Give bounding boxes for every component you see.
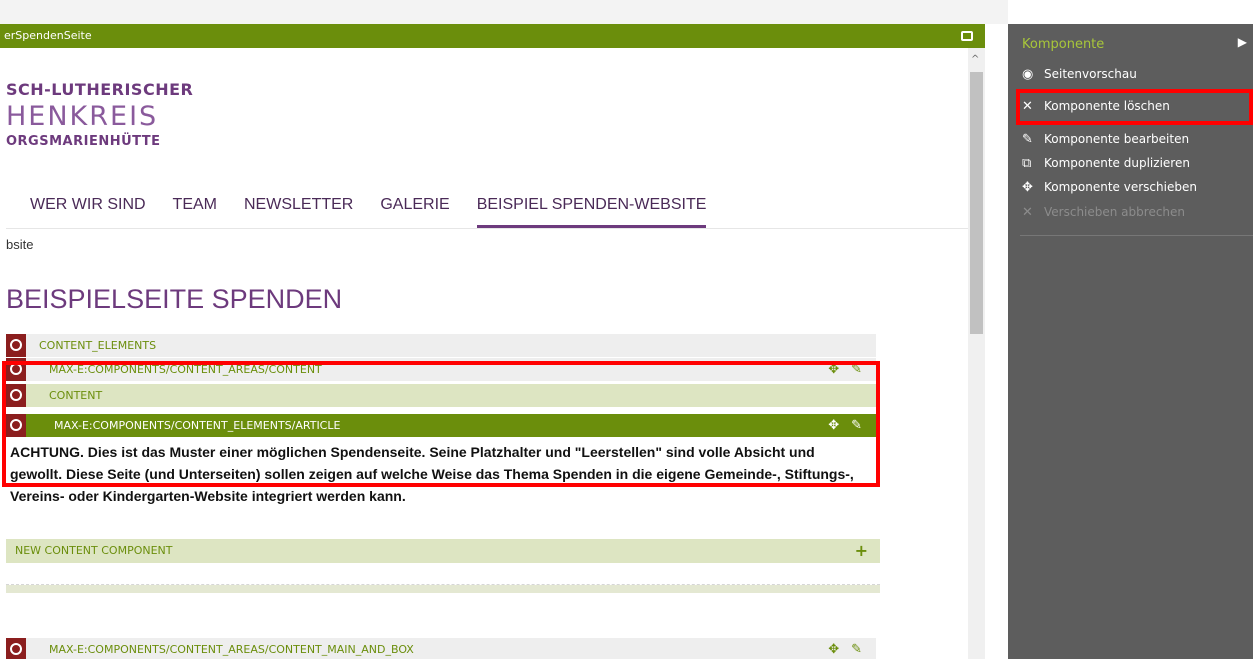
panel-title: Komponente	[1022, 37, 1105, 52]
panel-expand-icon[interactable]: ▶	[1238, 35, 1247, 49]
logo-line-1: SCH-LUTHERISCHER	[6, 80, 194, 99]
menu-item-komponente-verschieben[interactable]: ✥ Komponente verschieben	[1022, 177, 1247, 197]
menu-item-seitenvorschau[interactable]: ◉ Seitenvorschau	[1022, 64, 1247, 84]
page-frame: SCH-LUTHERISCHER HENKREIS ORGSMARIENHÜTT…	[0, 48, 968, 659]
page-title: BEISPIELSEITE SPENDEN	[6, 284, 343, 314]
menu-item-label: Komponente bearbeiten	[1044, 132, 1190, 146]
main-nav: WER WIR SIND TEAM NEWSLETTER GALERIE BEI…	[30, 196, 733, 228]
nav-divider	[6, 228, 968, 229]
new-content-component[interactable]: NEW CONTENT COMPONENT +	[6, 539, 880, 563]
maximize-icon[interactable]	[961, 31, 973, 41]
component-toggle-icon[interactable]	[6, 414, 26, 437]
move-icon[interactable]: ✥	[828, 418, 839, 433]
component-bar-content-area[interactable]: MAX-E:COMPONENTS/CONTENT_AREAS/CONTENT ✥…	[6, 358, 876, 381]
menu-item-label: Verschieben abbrechen	[1044, 205, 1186, 219]
eye-icon: ◉	[1022, 67, 1034, 82]
component-panel: Komponente ▶ ◉ Seitenvorschau ✕ Komponente…	[1008, 24, 1253, 659]
component-bar-content[interactable]: CONTENT	[6, 384, 880, 407]
panel-divider	[1020, 235, 1253, 236]
component-label: MAX-E:COMPONENTS/CONTENT_AREAS/CONTENT	[49, 363, 322, 376]
move-icon[interactable]: ✥	[828, 642, 839, 657]
move-icon: ✥	[1022, 180, 1033, 195]
site-logo[interactable]: SCH-LUTHERISCHER HENKREIS ORGSMARIENHÜTT…	[6, 80, 193, 149]
menu-item-label: Komponente duplizieren	[1044, 156, 1190, 170]
component-toggle-icon[interactable]	[6, 358, 26, 381]
component-footer	[6, 585, 880, 593]
component-toggle-icon[interactable]	[6, 384, 26, 407]
component-tools: ✥ ✎	[816, 638, 862, 659]
pencil-icon[interactable]: ✎	[851, 418, 862, 433]
component-tools: ✥ ✎	[816, 358, 862, 381]
menu-item-komponente-duplizieren[interactable]: ⧉ Komponente duplizieren	[1022, 153, 1247, 173]
menu-item-label: Komponente verschieben	[1044, 180, 1197, 194]
component-toggle-icon[interactable]	[6, 638, 26, 659]
nav-item-newsletter[interactable]: NEWSLETTER	[244, 196, 353, 228]
scroll-up-icon[interactable]: ^	[971, 54, 979, 65]
pencil-icon[interactable]: ✎	[851, 362, 862, 377]
new-component-label: NEW CONTENT COMPONENT	[15, 544, 173, 557]
plus-icon[interactable]: +	[855, 539, 868, 563]
component-bar-content-elements[interactable]: CONTENT_ELEMENTS	[6, 334, 876, 357]
nav-item-team[interactable]: TEAM	[173, 196, 217, 228]
logo-line-2: HENKREIS	[6, 101, 159, 132]
pencil-icon[interactable]: ✎	[851, 642, 862, 657]
nav-item-beispiel-spenden-website[interactable]: BEISPIEL SPENDEN-WEBSITE	[476, 196, 707, 228]
pencil-icon: ✎	[1022, 132, 1033, 147]
component-tools: ✥ ✎	[816, 414, 862, 437]
window-titlebar: erSpendenSeite	[0, 24, 985, 48]
component-label: CONTENT	[49, 389, 103, 402]
screen: erSpendenSeite SCH-LUTHERISCHER HENKREIS…	[0, 0, 1253, 659]
component-toggle-icon[interactable]	[6, 334, 26, 357]
logo-line-3: ORGSMARIENHÜTTE	[6, 134, 161, 149]
drop-zone	[6, 563, 880, 585]
move-icon[interactable]: ✥	[828, 362, 839, 377]
menu-item-label: Seitenvorschau	[1044, 67, 1137, 81]
component-bar-main-and-box[interactable]: MAX-E:COMPONENTS/CONTENT_AREAS/CONTENT_M…	[6, 638, 876, 659]
nav-item-galerie[interactable]: GALERIE	[380, 196, 449, 228]
menu-item-komponente-loeschen[interactable]: ✕ Komponente löschen	[1022, 96, 1247, 116]
component-bar-article[interactable]: MAX-E:COMPONENTS/CONTENT_ELEMENTS/ARTICL…	[6, 414, 876, 437]
menu-item-verschieben-abbrechen[interactable]: ✕ Verschieben abbrechen	[1022, 202, 1247, 222]
component-label: MAX-E:COMPONENTS/CONTENT_AREAS/CONTENT_M…	[49, 643, 414, 656]
menu-item-komponente-bearbeiten[interactable]: ✎ Komponente bearbeiten	[1022, 129, 1247, 149]
top-gap	[0, 0, 1008, 24]
breadcrumb[interactable]: bsite	[6, 237, 33, 252]
menu-item-label: Komponente löschen	[1044, 99, 1170, 113]
duplicate-icon: ⧉	[1022, 156, 1032, 171]
nav-item-wer-wir-sind[interactable]: WER WIR SIND	[30, 196, 146, 228]
close-icon: ✕	[1022, 99, 1033, 114]
vertical-scrollbar[interactable]: ^	[968, 48, 985, 659]
component-label: CONTENT_ELEMENTS	[39, 339, 157, 352]
article-text: ACHTUNG. Dies ist das Muster einer mögli…	[10, 444, 854, 504]
window-title: erSpendenSeite	[4, 29, 92, 42]
scroll-thumb[interactable]	[970, 72, 983, 334]
component-label: MAX-E:COMPONENTS/CONTENT_ELEMENTS/ARTICL…	[54, 419, 341, 432]
cancel-icon: ✕	[1022, 205, 1033, 220]
